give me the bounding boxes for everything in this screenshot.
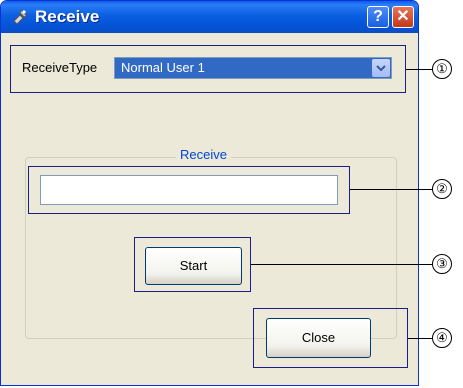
callout-line-3 xyxy=(251,264,432,265)
help-button[interactable]: ? xyxy=(367,6,389,28)
callout-frame-4 xyxy=(253,308,408,368)
window-title: Receive xyxy=(35,7,100,26)
callout-frame-1 xyxy=(10,45,406,93)
callout-number-1: ① xyxy=(432,59,452,79)
callout-number-3: ③ xyxy=(432,254,452,274)
callout-frame-3 xyxy=(134,237,251,292)
callout-line-1 xyxy=(406,69,432,70)
satellite-icon xyxy=(13,9,28,25)
callout-number-4: ④ xyxy=(432,328,452,348)
callout-frame-2 xyxy=(28,166,350,214)
callout-line-2 xyxy=(350,189,432,190)
window-close-button[interactable]: ✕ xyxy=(392,6,414,28)
callout-line-4 xyxy=(408,338,432,339)
callout-number-2: ② xyxy=(432,179,452,199)
title-bar[interactable]: Receive ? ✕ xyxy=(1,1,418,33)
receive-group-title: Receive xyxy=(176,147,231,162)
